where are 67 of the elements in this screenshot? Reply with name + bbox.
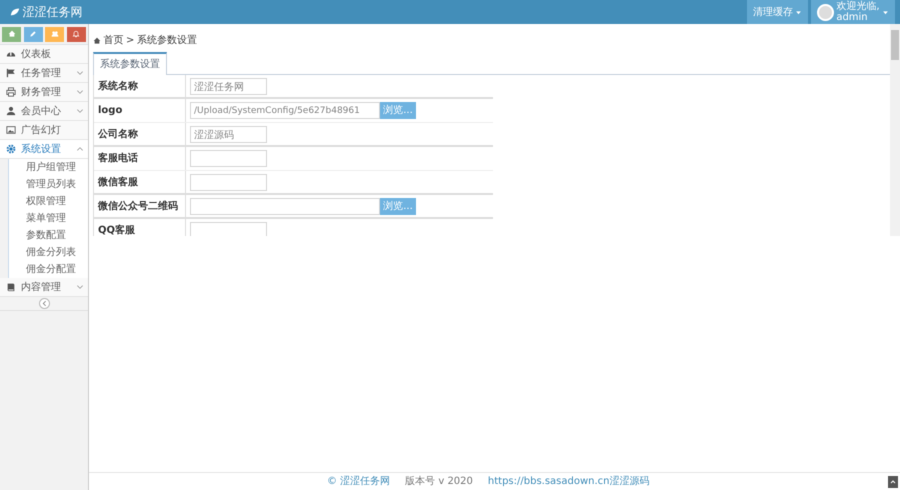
submenu-item[interactable]: 佣金分配置 [8, 261, 88, 278]
sidebar-item[interactable]: 任务管理 [0, 64, 88, 83]
site-title: 涩涩任务网 [22, 4, 82, 21]
user-icon [6, 106, 16, 116]
welcome-text: 欢迎光临, [836, 1, 880, 12]
file-path-field[interactable] [190, 198, 380, 215]
chevron-down-icon [76, 88, 84, 96]
submenu-item[interactable]: 权限管理 [8, 193, 88, 210]
tab[interactable]: 系统参数设置 [93, 52, 167, 75]
sidebar-item[interactable]: 广告幻灯 [0, 121, 88, 140]
picture-icon [6, 125, 16, 135]
flag-icon [6, 68, 16, 78]
shortcut-button[interactable] [24, 26, 43, 42]
field-label: logo [94, 99, 186, 122]
field-label: 微信公众号二维码 [94, 195, 186, 217]
input-field[interactable]: 涩涩源码 [190, 126, 267, 143]
input-field[interactable]: 涩涩任务网 [190, 78, 267, 95]
submenu-item[interactable]: 管理员列表 [8, 176, 88, 193]
shortcut-button[interactable] [2, 26, 22, 42]
shortcut-button[interactable] [66, 26, 86, 42]
field-label: 公司名称 [94, 123, 186, 145]
chevron-down-icon [76, 107, 84, 115]
printer-icon [6, 87, 16, 97]
chevron-up-icon [76, 145, 84, 153]
field-label: 客服电话 [94, 147, 186, 170]
field-label: 系统名称 [94, 75, 186, 97]
input-field[interactable] [190, 150, 267, 167]
input-field[interactable] [190, 222, 267, 236]
input-field[interactable] [190, 174, 267, 191]
collapse-sidebar-button[interactable] [38, 298, 50, 309]
file-path-field[interactable]: /Upload/SystemConfig/5e627b48961 [190, 102, 380, 119]
version-text: 版本号 v 2020 [405, 474, 473, 489]
copyright-text: © 涩涩任务网 [326, 474, 390, 489]
sidebar-item[interactable]: 内容管理 [0, 278, 88, 297]
submenu-item[interactable]: 用户组管理 [8, 159, 88, 176]
home-icon [93, 36, 101, 44]
breadcrumb-item: 系统参数设置 [136, 34, 197, 48]
scrollbar[interactable] [890, 24, 900, 236]
submenu-item[interactable]: 佣金分列表 [8, 244, 88, 261]
breadcrumb-separator: > [126, 34, 134, 48]
chevron-down-icon [76, 283, 84, 291]
field-label: 微信客服 [94, 171, 186, 193]
shortcut-button[interactable] [45, 26, 64, 42]
bell-icon [72, 30, 80, 38]
leaf-icon [10, 7, 20, 17]
pencil-icon [29, 30, 38, 38]
submenu-item[interactable]: 参数配置 [8, 227, 88, 244]
footer-link[interactable]: https://bbs.sasadown.cn涩涩源码 [488, 474, 650, 489]
avatar-icon [816, 4, 834, 20]
gear-icon [6, 144, 16, 154]
sidebar-item[interactable]: 会员中心 [0, 102, 88, 121]
field-label: QQ客服 [94, 219, 186, 236]
caret-icon [795, 8, 802, 16]
back-to-top-button[interactable] [888, 476, 898, 488]
sidebar-item[interactable]: 仪表板 [0, 45, 88, 64]
chevron-down-icon [76, 69, 84, 77]
chevron-up-icon [890, 478, 896, 484]
user-name: admin [836, 12, 869, 23]
sidebar-item[interactable]: 财务管理 [0, 83, 88, 102]
group-icon [50, 30, 59, 38]
book-icon [6, 282, 16, 292]
sidebar-item[interactable]: 系统设置 [0, 140, 88, 159]
home-icon [8, 30, 16, 38]
breadcrumb-item[interactable]: 首页 [104, 33, 124, 48]
caret-icon [882, 8, 889, 16]
submenu-item[interactable]: 菜单管理 [8, 210, 88, 227]
chevron-left-icon [40, 300, 48, 307]
